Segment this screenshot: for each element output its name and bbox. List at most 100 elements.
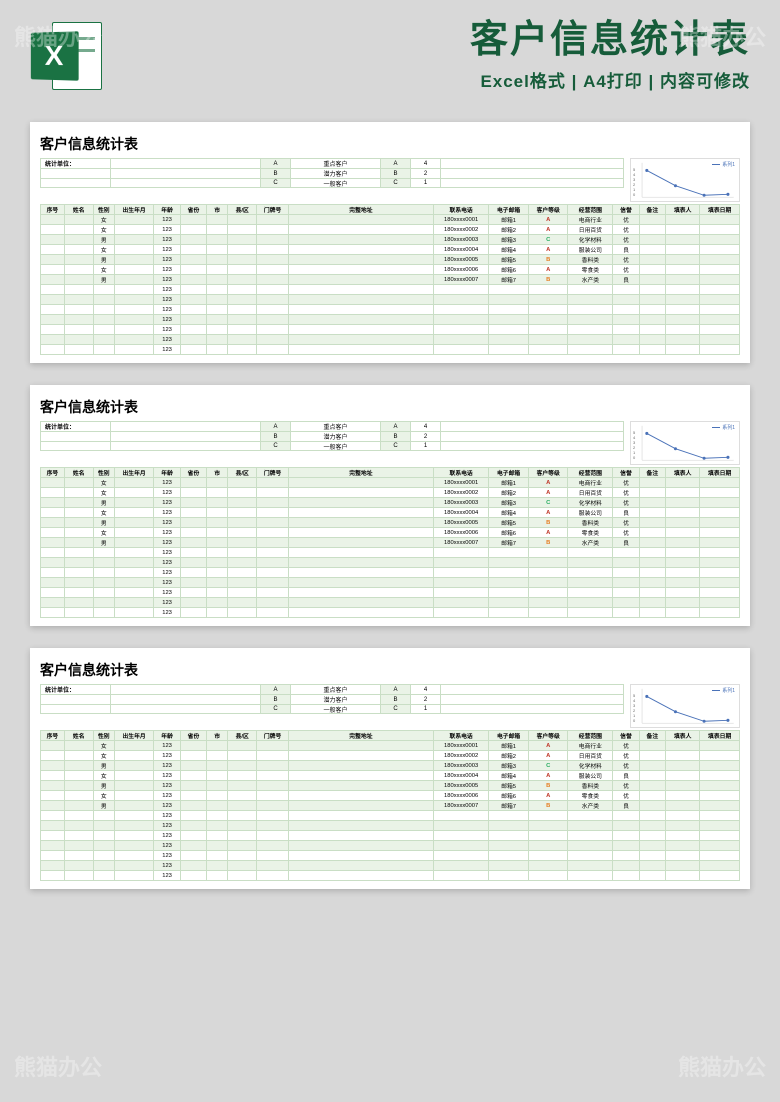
table-row: 男 123 180xxxx0005邮箱5 B 香料类优: [41, 518, 740, 528]
watermark: 熊猫办公: [14, 1050, 102, 1082]
legend-block: 统计单位： A 重点客户 A 4 B 潜力客户 B 2 C 一般客户 C 1: [40, 684, 624, 714]
level-count: 4: [411, 685, 441, 694]
table-row: 123: [41, 608, 740, 618]
level-count: 2: [411, 169, 441, 178]
sheet-title: 客户信息统计表: [40, 660, 740, 680]
table-row: 123: [41, 548, 740, 558]
level-count: 4: [411, 159, 441, 168]
unit-label: 统计单位：: [41, 422, 111, 431]
watermark: 熊猫办公: [678, 1050, 766, 1082]
column-header: 性别: [93, 468, 114, 478]
table-row: 123: [41, 811, 740, 821]
sheet-title: 客户信息统计表: [40, 397, 740, 417]
column-header: 门牌号: [257, 468, 289, 478]
excel-icon: X: [30, 18, 102, 94]
table-row: 女 123 180xxxx0002邮箱2 A 日用百货优: [41, 225, 740, 235]
level-code: A: [381, 685, 411, 694]
level-desc: 一般客户: [291, 442, 381, 450]
page-title: 客户信息统计表: [122, 20, 750, 62]
table-row: 女 123 180xxxx0006邮箱6 A 零食类优: [41, 265, 740, 275]
level-desc: 潜力客户: [291, 695, 381, 704]
level-count: 1: [411, 442, 441, 450]
data-table: 序号姓名性别出生年月年龄省份市县/区门牌号完整地址联系电话电子邮箱客户等级经营范…: [40, 730, 740, 881]
table-row: 男 123 180xxxx0005邮箱5 B 香料类优: [41, 781, 740, 791]
column-header: 序号: [41, 731, 65, 741]
level-code: B: [381, 169, 411, 178]
column-header: 备注: [639, 731, 665, 741]
spreadsheet-page: 客户信息统计表 统计单位： A 重点客户 A 4 B 潜力客户 B 2 C 一般…: [30, 122, 750, 363]
table-row: 女 123 180xxxx0006邮箱6 A 零食类优: [41, 791, 740, 801]
column-header: 信誉: [613, 205, 639, 215]
level-code: B: [381, 432, 411, 441]
column-header: 联系电话: [433, 731, 488, 741]
column-header: 性别: [93, 205, 114, 215]
data-table: 序号姓名性别出生年月年龄省份市县/区门牌号完整地址联系电话电子邮箱客户等级经营范…: [40, 467, 740, 618]
level-code: C: [261, 179, 291, 187]
table-row: 123: [41, 305, 740, 315]
level-code: A: [381, 422, 411, 431]
table-row: 男 123 180xxxx0003邮箱3 C 化学材料优: [41, 498, 740, 508]
table-row: 123: [41, 295, 740, 305]
column-header: 年龄: [154, 731, 180, 741]
page-subtitle: Excel格式 | A4打印 | 内容可修改: [122, 67, 750, 92]
column-header: 填表人: [666, 731, 700, 741]
sheet-title: 客户信息统计表: [40, 134, 740, 154]
column-header: 门牌号: [257, 205, 289, 215]
table-row: 123: [41, 851, 740, 861]
mini-chart: 系列1 543210: [630, 158, 740, 202]
table-row: 123: [41, 335, 740, 345]
spreadsheet-page: 客户信息统计表 统计单位： A 重点客户 A 4 B 潜力客户 B 2 C 一般…: [30, 385, 750, 626]
column-header: 备注: [639, 468, 665, 478]
level-code: A: [381, 159, 411, 168]
level-code: B: [261, 169, 291, 178]
column-header: 电子邮箱: [489, 731, 529, 741]
level-count: 2: [411, 695, 441, 704]
page-header: X 客户信息统计表 Excel格式 | A4打印 | 内容可修改: [0, 0, 780, 112]
level-count: 4: [411, 422, 441, 431]
table-row: 123: [41, 285, 740, 295]
level-desc: 重点客户: [291, 685, 381, 694]
column-header: 备注: [639, 205, 665, 215]
table-row: 123: [41, 861, 740, 871]
table-row: 123: [41, 315, 740, 325]
column-header: 出生年月: [114, 468, 154, 478]
column-header: 市: [207, 205, 228, 215]
table-row: 女 123 180xxxx0004邮箱4 A 服装公司良: [41, 245, 740, 255]
column-header: 完整地址: [288, 468, 433, 478]
table-row: 123: [41, 841, 740, 851]
table-row: 男 123 180xxxx0005邮箱5 B 香料类优: [41, 255, 740, 265]
column-header: 完整地址: [288, 731, 433, 741]
column-header: 序号: [41, 205, 65, 215]
column-header: 客户等级: [528, 468, 568, 478]
mini-chart: 系列1 543210: [630, 421, 740, 465]
column-header: 姓名: [64, 205, 93, 215]
level-code: A: [261, 685, 291, 694]
level-code: C: [381, 179, 411, 187]
table-row: 123: [41, 831, 740, 841]
table-row: 女 123 180xxxx0004邮箱4 A 服装公司良: [41, 771, 740, 781]
column-header: 市: [207, 468, 228, 478]
table-row: 123: [41, 568, 740, 578]
column-header: 性别: [93, 731, 114, 741]
column-header: 客户等级: [528, 731, 568, 741]
table-row: 123: [41, 871, 740, 881]
table-row: 女 123 180xxxx0001邮箱1 A 电商行业优: [41, 741, 740, 751]
table-row: 123: [41, 578, 740, 588]
column-header: 电子邮箱: [489, 468, 529, 478]
table-row: 女 123 180xxxx0001邮箱1 A 电商行业优: [41, 215, 740, 225]
legend-block: 统计单位： A 重点客户 A 4 B 潜力客户 B 2 C 一般客户 C 1: [40, 158, 624, 188]
column-header: 填表日期: [700, 731, 740, 741]
column-header: 联系电话: [433, 468, 488, 478]
column-header: 完整地址: [288, 205, 433, 215]
table-row: 女 123 180xxxx0002邮箱2 A 日用百货优: [41, 751, 740, 761]
column-header: 省份: [180, 468, 206, 478]
level-code: B: [381, 695, 411, 704]
level-count: 1: [411, 705, 441, 713]
table-row: 女 123 180xxxx0006邮箱6 A 零食类优: [41, 528, 740, 538]
column-header: 出生年月: [114, 205, 154, 215]
column-header: 信誉: [613, 731, 639, 741]
table-row: 男 123 180xxxx0003邮箱3 C 化学材料优: [41, 761, 740, 771]
level-code: C: [381, 705, 411, 713]
table-row: 女 123 180xxxx0002邮箱2 A 日用百货优: [41, 488, 740, 498]
column-header: 客户等级: [528, 205, 568, 215]
